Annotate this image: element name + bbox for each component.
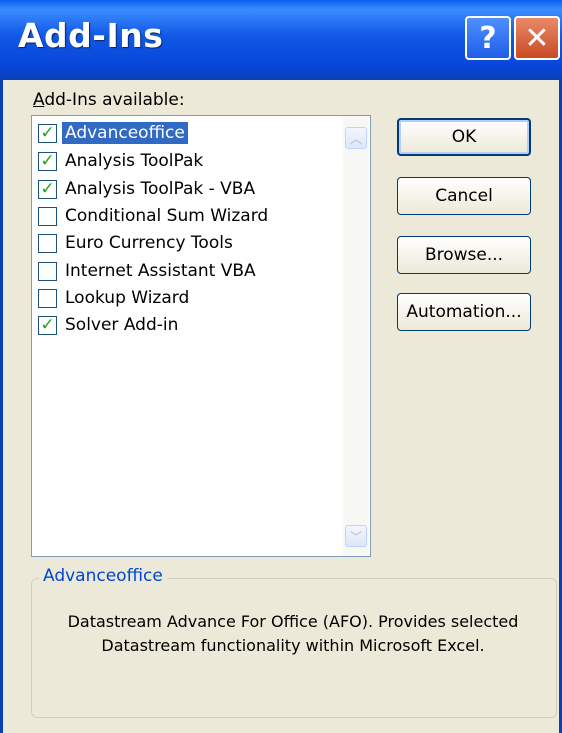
cancel-button[interactable]: Cancel bbox=[397, 177, 531, 215]
list-item-euro-currency-tools[interactable]: Euro Currency Tools bbox=[38, 230, 236, 256]
list-item-label: Conditional Sum Wizard bbox=[65, 206, 269, 226]
close-icon: ✕ bbox=[524, 20, 550, 56]
ok-button[interactable]: OK bbox=[397, 118, 531, 156]
list-item-label: Solver Add-in bbox=[65, 315, 179, 335]
details-title: Advanceoffice bbox=[39, 566, 167, 586]
close-button[interactable]: ✕ bbox=[514, 16, 560, 60]
add-ins-list[interactable]: ✓ Advanceoffice ✓ Analysis ToolPak ✓ Ana… bbox=[31, 115, 371, 557]
list-item-label: Internet Assistant VBA bbox=[65, 261, 256, 281]
checkbox[interactable]: ✓ bbox=[38, 151, 57, 171]
help-button[interactable]: ? bbox=[465, 16, 511, 60]
automation-button[interactable]: Automation... bbox=[397, 293, 531, 331]
title-bar[interactable]: Add-Ins ? ✕ bbox=[0, 0, 562, 80]
list-item-analysis-toolpak-vba[interactable]: ✓ Analysis ToolPak - VBA bbox=[38, 176, 258, 202]
chevron-up-icon: ︿ bbox=[349, 131, 362, 146]
checkbox[interactable]: ✓ bbox=[38, 179, 57, 199]
checkbox[interactable]: ✓ bbox=[38, 315, 57, 335]
list-item-label: Advanceoffice bbox=[62, 122, 188, 144]
list-item-label: Analysis ToolPak - VBA bbox=[65, 179, 256, 199]
checkbox[interactable] bbox=[38, 288, 57, 308]
list-item-lookup-wizard[interactable]: Lookup Wizard bbox=[38, 285, 192, 311]
list-item-solver-add-in[interactable]: ✓ Solver Add-in bbox=[38, 312, 181, 338]
list-item-internet-assistant-vba[interactable]: Internet Assistant VBA bbox=[38, 258, 259, 284]
scroll-down-button[interactable]: ﹀ bbox=[345, 525, 367, 547]
vertical-scrollbar[interactable]: ︿ ﹀ bbox=[343, 117, 369, 555]
chevron-down-icon: ﹀ bbox=[349, 529, 362, 544]
checkbox[interactable]: ✓ bbox=[38, 123, 57, 143]
list-item-label: Euro Currency Tools bbox=[65, 233, 233, 253]
scroll-up-button[interactable]: ︿ bbox=[345, 127, 367, 149]
label-accelerator: A bbox=[33, 90, 45, 110]
list-item-advanceoffice[interactable]: ✓ Advanceoffice bbox=[38, 120, 188, 146]
add-ins-available-label: Add-Ins available: bbox=[33, 90, 185, 110]
checkbox[interactable] bbox=[38, 233, 57, 253]
checkbox[interactable] bbox=[38, 206, 57, 226]
add-ins-dialog: Add-Ins ? ✕ Add-Ins available: ✓ Advance… bbox=[0, 0, 562, 733]
list-item-label: Lookup Wizard bbox=[65, 288, 190, 308]
checkbox[interactable] bbox=[38, 261, 57, 281]
details-description: Datastream Advance For Office (AFO). Pro… bbox=[67, 612, 519, 655]
list-item-label: Analysis ToolPak bbox=[65, 151, 204, 171]
browse-button[interactable]: Browse... bbox=[397, 236, 531, 274]
list-item-conditional-sum-wizard[interactable]: Conditional Sum Wizard bbox=[38, 203, 271, 229]
label-rest: dd-Ins available: bbox=[44, 90, 185, 110]
question-mark-icon: ? bbox=[479, 20, 497, 56]
list-item-analysis-toolpak[interactable]: ✓ Analysis ToolPak bbox=[38, 148, 206, 174]
dialog-title: Add-Ins bbox=[18, 16, 164, 55]
